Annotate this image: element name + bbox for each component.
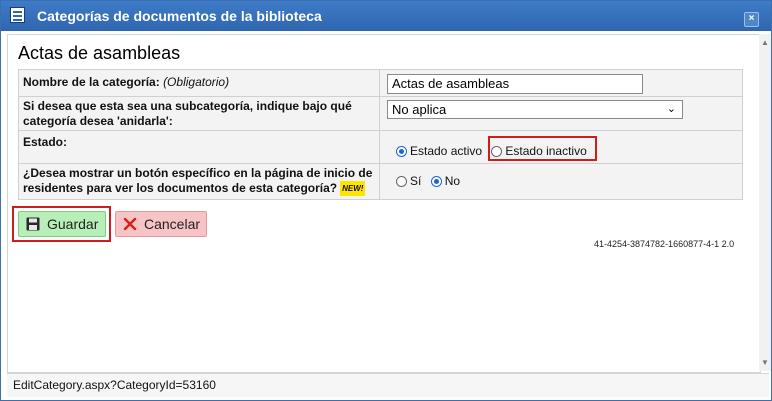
show-button-yes-radio[interactable] <box>396 176 407 187</box>
show-button-row: ¿Desea mostrar un botón específico en la… <box>19 164 742 199</box>
scroll-up-icon[interactable]: ▲ <box>761 38 769 47</box>
parent-label: Si desea que esta sea una subcategoría, … <box>23 99 352 128</box>
page-title: Actas de asambleas <box>18 43 181 63</box>
show-button-label: ¿Desea mostrar un botón específico en la… <box>23 166 373 195</box>
status-active-radio[interactable] <box>396 146 407 157</box>
show-button-yes-label: Sí <box>410 174 422 188</box>
version-string: 41-4254-3874782-1660877-4-1 2.0 <box>594 239 735 249</box>
category-form: Nombre de la categoría: (Obligatorio) Ac… <box>18 69 743 200</box>
dialog-content: Actas de asambleas Nombre de la categorí… <box>7 34 761 373</box>
title-bar: Categorías de documentos de la bibliotec… <box>1 1 771 31</box>
show-button-radio-group: Sí No <box>396 174 466 188</box>
inactive-highlight-box <box>488 136 597 161</box>
vertical-scrollbar[interactable]: ▲ ▼ <box>759 34 771 371</box>
cancel-button[interactable]: Cancelar <box>115 211 207 237</box>
status-label: Estado: <box>23 135 68 149</box>
new-badge: NEW! <box>340 181 366 196</box>
name-hint: (Obligatorio) <box>163 75 230 89</box>
show-button-no-radio[interactable] <box>430 176 442 187</box>
parent-row: Si desea que esta sea una subcategoría, … <box>19 97 742 131</box>
dialog-window: Categorías de documentos de la bibliotec… <box>0 0 772 401</box>
name-label: Nombre de la categoría: <box>23 75 160 89</box>
cancel-button-label: Cancelar <box>144 216 201 232</box>
status-row: Estado: Estado activo Estado inactivo <box>19 131 742 164</box>
save-highlight-box <box>12 206 111 242</box>
category-name-input[interactable]: Actas de asambleas <box>387 74 643 94</box>
show-button-no-label: No <box>444 174 461 188</box>
parent-selected-value: No aplica <box>392 102 447 117</box>
window-title: Categorías de documentos de la bibliotec… <box>37 8 322 24</box>
status-active-label: Estado activo <box>410 144 483 158</box>
status-bar: EditCategory.aspx?CategoryId=53160 <box>7 373 769 397</box>
scroll-down-icon[interactable]: ▼ <box>761 358 769 367</box>
chevron-down-icon: ⌄ <box>666 103 676 115</box>
parent-category-select[interactable]: No aplica ⌄ <box>387 100 683 119</box>
list-icon <box>10 7 25 23</box>
name-row: Nombre de la categoría: (Obligatorio) Ac… <box>19 70 742 97</box>
close-icon[interactable]: × <box>744 12 759 27</box>
x-icon <box>123 217 137 231</box>
